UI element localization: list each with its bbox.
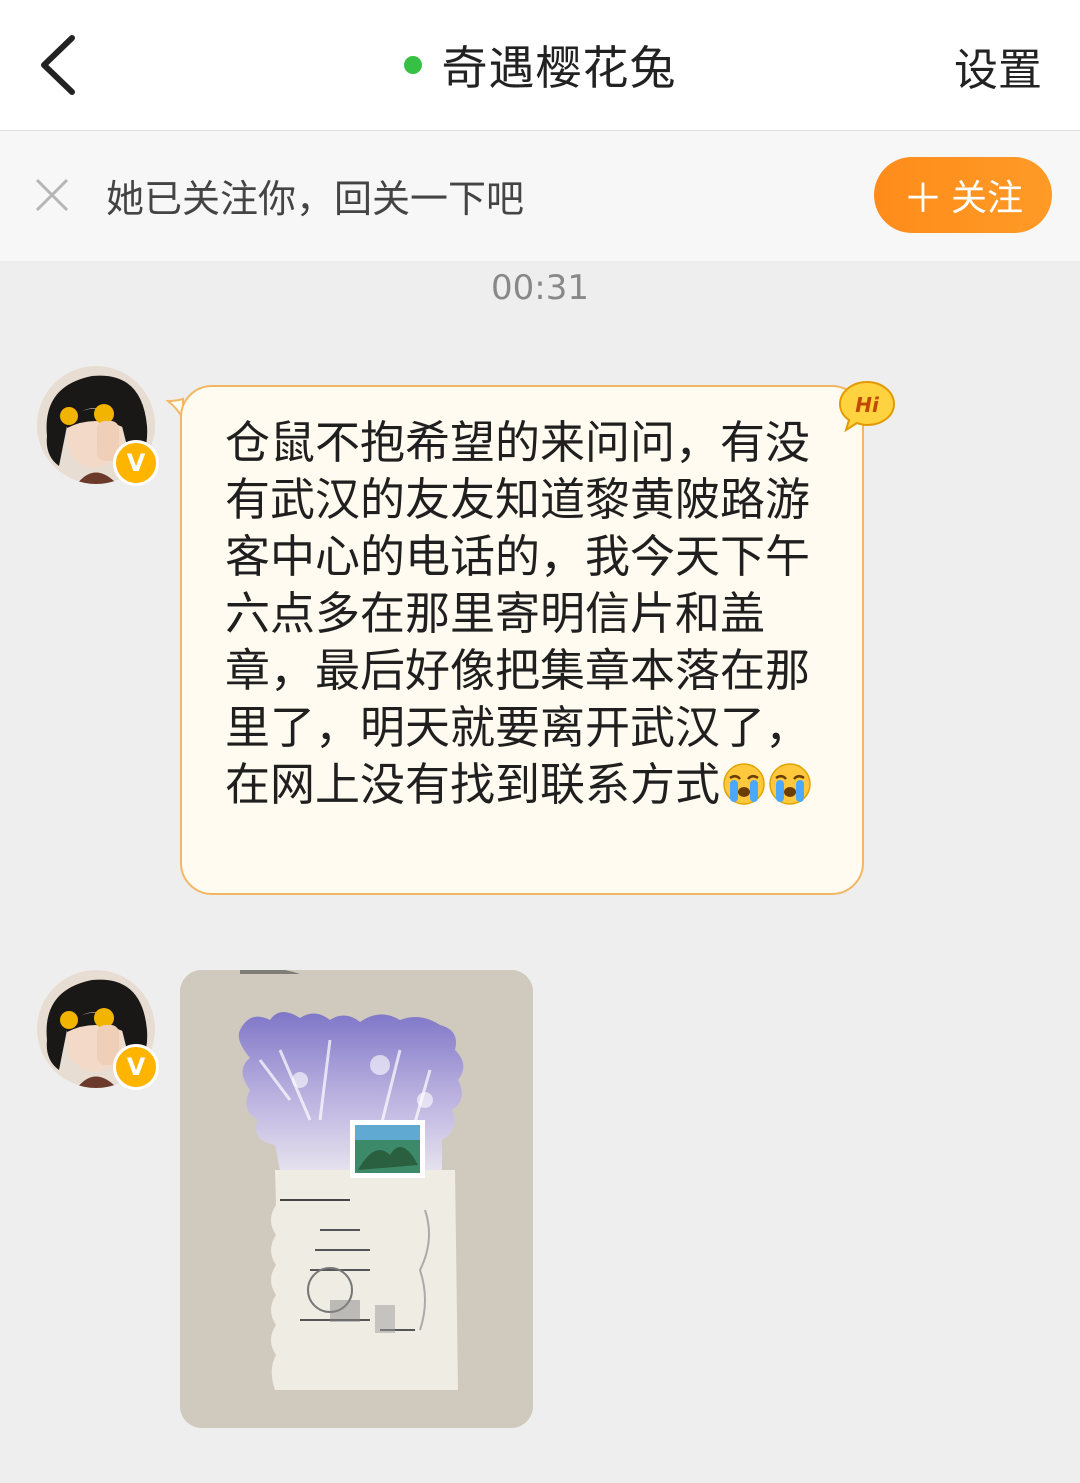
chat-title: 奇遇樱花兔 [441, 41, 677, 95]
online-status-dot [403, 56, 422, 74]
verified-v-icon: V [113, 1044, 159, 1090]
banner-close-button[interactable] [34, 177, 70, 213]
crying-face-icon [722, 762, 766, 819]
message-body: 仓鼠不抱希望的来问问，有没有武汉的友友知道黎黄陂路游客中心的电话的，我今天下午六… [225, 416, 811, 811]
hi-label: Hi [855, 393, 880, 417]
banner-text: 她已关注你，回关一下吧 [106, 177, 525, 221]
follow-label: 关注 [950, 178, 1023, 219]
hi-badge-icon: Hi [838, 380, 896, 434]
crying-face-icon [768, 762, 812, 819]
close-icon [35, 178, 69, 212]
settings-button[interactable]: 设置 [954, 34, 1042, 98]
message-text: 仓鼠不抱希望的来问问，有没有武汉的友友知道黎黄陂路游客中心的电话的，我今天下午六… [225, 414, 815, 819]
sender-avatar[interactable]: V [37, 366, 159, 486]
chat-header: 奇遇樱花兔 设置 [0, 0, 1080, 131]
verified-v-icon: V [113, 440, 159, 486]
postcard-photo [180, 970, 533, 1428]
message-timestamp: 00:31 [491, 268, 589, 308]
follow-button[interactable]: ＋ 关注 [874, 157, 1052, 233]
title-area: 奇遇樱花兔 [0, 30, 1080, 100]
sender-avatar[interactable]: V [37, 970, 159, 1090]
plus-icon: ＋ [902, 176, 943, 222]
image-message[interactable] [180, 970, 533, 1428]
